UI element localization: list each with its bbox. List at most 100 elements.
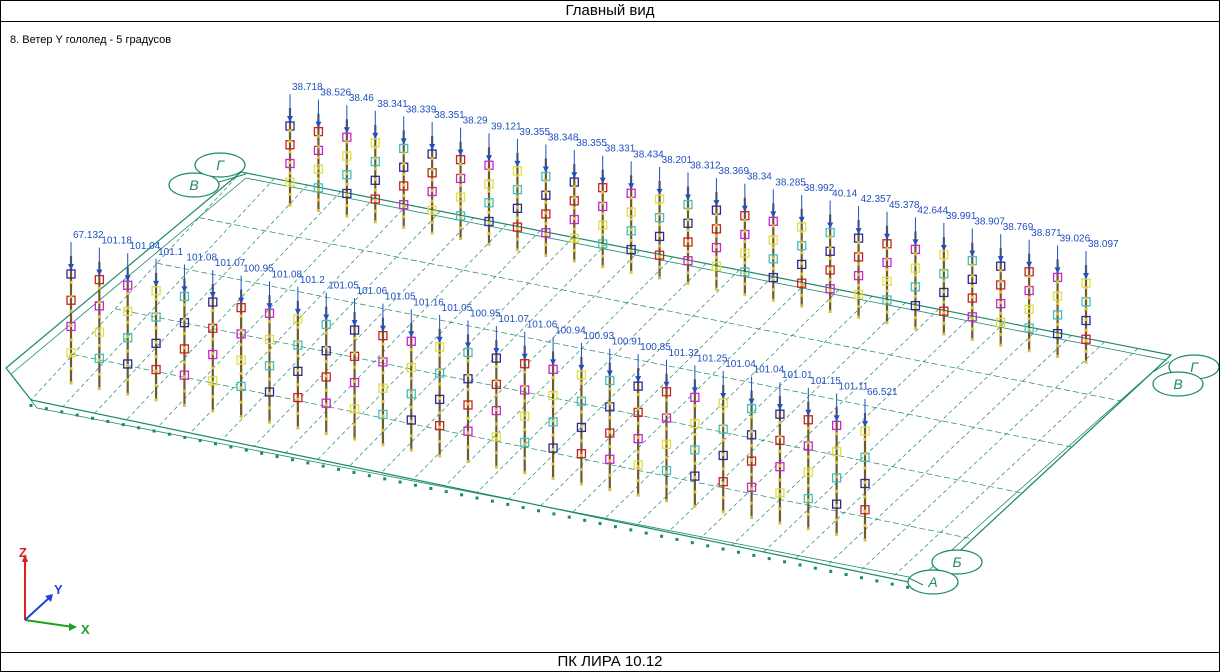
- front-row-post-tick: [438, 353, 442, 357]
- back-row-post-tick: [288, 129, 292, 133]
- front-row-arrow-head: [776, 404, 783, 411]
- back-row-post-tick: [885, 246, 889, 250]
- back-row-post-tick: [857, 294, 861, 298]
- grid-axis-line: [540, 276, 773, 506]
- back-row-post-tick: [544, 179, 548, 183]
- front-row-post-tick: [466, 431, 470, 435]
- back-row-post-tick: [430, 199, 434, 203]
- front-row-post-tick: [409, 391, 413, 395]
- grid-axis-line: [604, 289, 840, 520]
- front-row-top-value: 101.08: [272, 269, 303, 280]
- edge-tick: [229, 445, 233, 449]
- back-row-top-value: 39.026: [1060, 233, 1091, 244]
- back-row-post-tick: [402, 194, 406, 198]
- front-row-arrow-head: [550, 359, 557, 366]
- front-row-post-tick: [126, 378, 130, 382]
- front-row-post-tick: [636, 464, 640, 468]
- back-row-post-tick: [402, 204, 406, 208]
- back-row-post-tick: [942, 300, 946, 304]
- front-row-post-tick: [579, 410, 583, 414]
- back-row-top-value: 38.285: [775, 177, 806, 188]
- grid-axis-line: [508, 269, 740, 500]
- back-row-top-value: 39.991: [946, 211, 977, 222]
- front-row-arrow-head: [238, 297, 245, 304]
- front-row-post-tick: [69, 280, 73, 284]
- front-row-post-tick: [182, 317, 186, 321]
- front-row-post-tick: [806, 455, 810, 459]
- edge-tick: [859, 576, 863, 580]
- front-row-post-tick: [324, 374, 328, 378]
- front-row-post-tick: [835, 504, 839, 508]
- back-row-top-value: 38.434: [633, 149, 664, 160]
- front-row-post-tick: [863, 437, 867, 441]
- front-row-top-value: 101.08: [186, 252, 217, 263]
- front-row-post-tick: [353, 351, 357, 355]
- back-row-post-tick: [970, 263, 974, 267]
- back-row-post-tick: [544, 200, 548, 204]
- back-row-post-tick: [658, 202, 662, 206]
- back-row-post-tick: [345, 193, 349, 197]
- edge-tick: [44, 407, 48, 411]
- back-row-post-tick: [800, 251, 804, 255]
- front-row-post-tick: [211, 337, 215, 341]
- front-row-post-tick: [863, 495, 867, 499]
- front-row-post-tick: [296, 397, 300, 401]
- front-row-top-value: 101.06: [357, 286, 388, 297]
- back-row-post-tick: [970, 306, 974, 310]
- back-row-top-value: 38.331: [605, 144, 636, 155]
- front-row-post-tick: [324, 388, 328, 392]
- front-row-post-tick: [494, 436, 498, 440]
- model-scene[interactable]: 38.71838.52638.4638.34138.33938.35138.29…: [1, 22, 1220, 652]
- back-row-post-tick: [345, 150, 349, 154]
- model-viewport[interactable]: 38.718 38.526 38.46 38.341 38.339 38.351 38.29…: [1, 22, 1220, 652]
- front-row-post-tick: [182, 360, 186, 364]
- front-row-post-tick: [154, 355, 158, 359]
- front-row-post-tick: [353, 423, 357, 427]
- front-row-post-tick: [69, 352, 73, 356]
- edge-tick: [506, 502, 510, 506]
- edge-tick: [367, 474, 371, 478]
- front-row-post-tick: [438, 382, 442, 386]
- back-row-post-tick: [515, 216, 519, 220]
- back-row-post-tick: [686, 207, 690, 211]
- front-row-arrow-head: [96, 269, 103, 276]
- back-row-post-tick: [544, 253, 548, 257]
- front-row-post-tick: [579, 424, 583, 428]
- back-row-post-tick: [430, 167, 434, 171]
- front-row-post-tick: [126, 392, 130, 396]
- back-row-post-tick: [771, 266, 775, 270]
- front-row-arrow-head: [748, 398, 755, 405]
- front-row-post-tick: [806, 426, 810, 430]
- back-row-post-tick: [885, 278, 889, 282]
- back-row-top-value: 45.378: [889, 200, 920, 211]
- front-row-post-tick: [778, 421, 782, 425]
- back-row-arrow-head: [315, 121, 322, 128]
- front-row-post-tick: [324, 417, 328, 421]
- front-row-post-tick: [608, 488, 612, 492]
- front-row-post-tick: [268, 363, 271, 367]
- back-row-post-tick: [999, 343, 1003, 347]
- back-row-post-tick: [885, 268, 889, 272]
- back-row-post-tick: [1084, 339, 1088, 343]
- front-row-post-tick: [268, 377, 271, 381]
- front-row-post-tick: [665, 470, 668, 474]
- edge-tick: [706, 544, 710, 548]
- front-row-post-tick: [409, 434, 413, 438]
- back-row-post-tick: [1056, 312, 1060, 316]
- front-row-post-tick: [97, 329, 101, 333]
- front-row-post-tick: [665, 413, 668, 416]
- back-row-post-tick: [515, 184, 519, 188]
- front-row-top-value: 67.132: [73, 230, 104, 241]
- front-row-arrow-head: [379, 325, 386, 332]
- back-row-post-tick: [686, 218, 690, 222]
- front-row-post-tick: [523, 456, 527, 460]
- front-row-post-tick: [409, 420, 413, 424]
- front-row-post-tick: [665, 484, 668, 488]
- edge-tick: [337, 467, 341, 471]
- back-row-post-tick: [288, 150, 292, 154]
- front-row-top-value: 101.07: [215, 258, 246, 269]
- back-row-post-tick: [1056, 280, 1060, 284]
- front-row-arrow-head: [436, 336, 443, 343]
- front-row-arrow-head: [181, 286, 188, 293]
- back-row-arrow-head: [1054, 267, 1061, 274]
